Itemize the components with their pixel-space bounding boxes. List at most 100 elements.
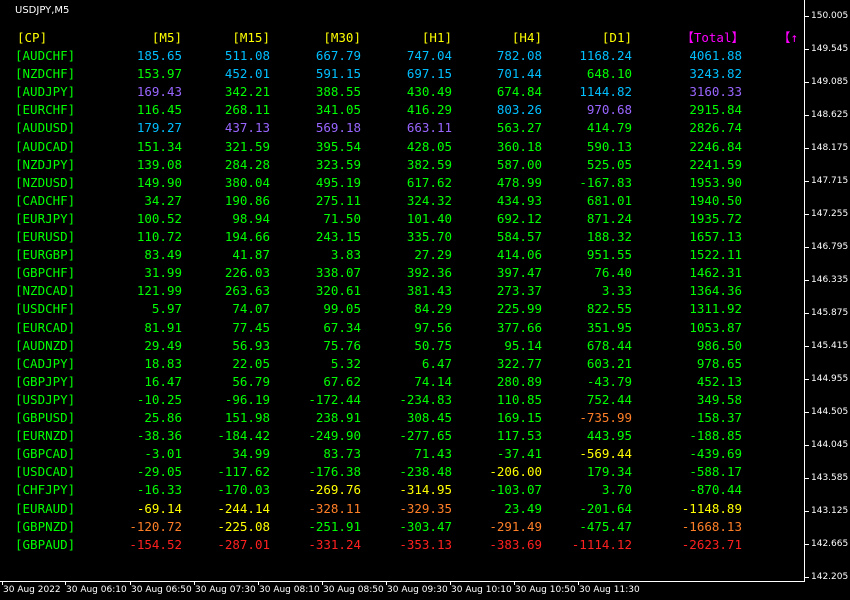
strength-value: 34.27 xyxy=(144,192,182,208)
pair-label: [NZDUSD] xyxy=(15,174,76,190)
strength-value: -154.52 xyxy=(129,536,182,552)
strength-value: 3.33 xyxy=(601,283,632,299)
strength-value: -244.14 xyxy=(217,500,270,516)
column-header: [M30] xyxy=(323,30,361,45)
strength-value: 149.90 xyxy=(136,174,182,190)
column-header: [CP] xyxy=(17,30,48,45)
strength-value: 83.73 xyxy=(323,446,361,462)
strength-value: 414.06 xyxy=(496,247,542,263)
strength-value: 443.95 xyxy=(586,428,632,444)
strength-value: 238.91 xyxy=(315,410,361,425)
strength-value: 169.15 xyxy=(496,410,542,425)
strength-value: -277.65 xyxy=(399,428,452,444)
strength-value: 121.99 xyxy=(136,283,182,299)
strength-value: 324.32 xyxy=(406,192,452,208)
strength-value: 74.14 xyxy=(414,373,452,389)
column-header: [D1] xyxy=(601,30,632,45)
strength-value: 322.77 xyxy=(496,355,542,371)
strength-value: 681.01 xyxy=(586,192,632,208)
strength-value: 95.14 xyxy=(504,337,542,353)
strength-value: 360.18 xyxy=(496,138,542,154)
strength-value: -170.03 xyxy=(217,482,270,498)
column-header: 【Total】 xyxy=(681,30,744,45)
strength-value: -291.49 xyxy=(489,518,542,534)
strength-value: -172.44 xyxy=(308,391,361,407)
strength-value: 97.56 xyxy=(414,319,452,335)
total-value: 1364.36 xyxy=(689,283,742,299)
strength-value: -38.36 xyxy=(136,428,182,444)
column-header: 【↑ xyxy=(778,30,799,45)
price-label: 150.005 xyxy=(811,11,849,21)
strength-value: 803.26 xyxy=(496,102,542,118)
total-value: 2915.84 xyxy=(689,102,742,118)
strength-value: 74.07 xyxy=(232,301,270,317)
strength-value: 31.99 xyxy=(144,265,182,281)
strength-value: -328.11 xyxy=(308,500,361,516)
price-tick xyxy=(805,115,809,116)
strength-value: 151.34 xyxy=(136,138,182,154)
price-tick xyxy=(805,247,809,248)
strength-value: 153.97 xyxy=(136,66,182,82)
pair-label: [AUDCHF] xyxy=(15,48,76,63)
chart-area[interactable]: USDJPY,M5 [CP] [M5] [M15] [M30] [H1] [H4] [D1]… xyxy=(0,0,805,582)
total-value: 4061.88 xyxy=(689,48,742,63)
strength-value: -37.41 xyxy=(496,446,542,462)
total-value: 2826.74 xyxy=(689,120,742,136)
strength-value: 225.99 xyxy=(496,301,542,317)
strength-value: 263.63 xyxy=(224,283,270,299)
pair-label: [EURGBP] xyxy=(15,247,76,263)
pair-label: [GBPJPY] xyxy=(15,373,76,389)
strength-value: 381.43 xyxy=(406,283,452,299)
strength-value: 434.93 xyxy=(496,192,542,208)
strength-value: 3.83 xyxy=(330,247,361,263)
price-tick xyxy=(805,82,809,83)
chart-symbol-title: USDJPY,M5 xyxy=(15,5,70,16)
pair-label: [EURCHF] xyxy=(15,102,76,118)
price-label: 145.415 xyxy=(811,341,849,351)
time-label: 30 Aug 08:50 xyxy=(323,585,384,595)
strength-value: 871.24 xyxy=(586,210,632,226)
total-value: -588.17 xyxy=(689,464,742,480)
time-label: 30 Aug 10:10 xyxy=(451,585,512,595)
pair-label: [EURNZD] xyxy=(15,428,76,444)
price-tick xyxy=(805,16,809,17)
strength-value: 56.79 xyxy=(232,373,270,389)
strength-value: 275.11 xyxy=(315,192,361,208)
price-label: 149.545 xyxy=(811,44,849,54)
total-value: -188.85 xyxy=(689,428,742,444)
strength-value: 430.49 xyxy=(406,84,452,100)
price-label: 147.715 xyxy=(811,176,849,186)
strength-value: 76.40 xyxy=(594,265,632,281)
price-tick xyxy=(805,280,809,281)
strength-value: -206.00 xyxy=(489,464,542,480)
pair-label: [NZDCAD] xyxy=(15,283,76,299)
strength-value: -329.35 xyxy=(399,500,452,516)
time-label: 30 Aug 06:50 xyxy=(131,585,192,595)
strength-value: -201.64 xyxy=(579,500,632,516)
price-label: 147.255 xyxy=(811,209,849,219)
strength-value: 414.79 xyxy=(586,120,632,136)
strength-value: 77.45 xyxy=(232,319,270,335)
pair-label: [AUDUSD] xyxy=(15,120,76,136)
strength-value: 388.55 xyxy=(315,84,361,100)
strength-value: 342.21 xyxy=(224,84,270,100)
price-tick xyxy=(805,214,809,215)
strength-value: 117.53 xyxy=(496,428,542,444)
strength-value: 335.70 xyxy=(406,229,452,244)
time-label: 30 Aug 2022 xyxy=(3,585,61,595)
strength-value: -331.24 xyxy=(308,536,361,552)
strength-value: -735.99 xyxy=(579,410,632,425)
total-value: 158.37 xyxy=(696,410,742,425)
strength-value: -303.47 xyxy=(399,518,452,534)
pair-label: [NZDJPY] xyxy=(15,156,76,172)
pair-label: [EURJPY] xyxy=(15,210,76,226)
total-value: 1953.90 xyxy=(689,174,742,190)
strength-value: 284.28 xyxy=(224,156,270,172)
strength-value: 416.29 xyxy=(406,102,452,118)
total-value: 1940.50 xyxy=(689,192,742,208)
price-label: 142.205 xyxy=(811,572,849,582)
pair-label: [NZDCHF] xyxy=(15,66,76,82)
total-value: 2246.84 xyxy=(689,138,742,154)
pair-label: [USDJPY] xyxy=(15,391,76,407)
strength-value: 591.15 xyxy=(315,66,361,82)
